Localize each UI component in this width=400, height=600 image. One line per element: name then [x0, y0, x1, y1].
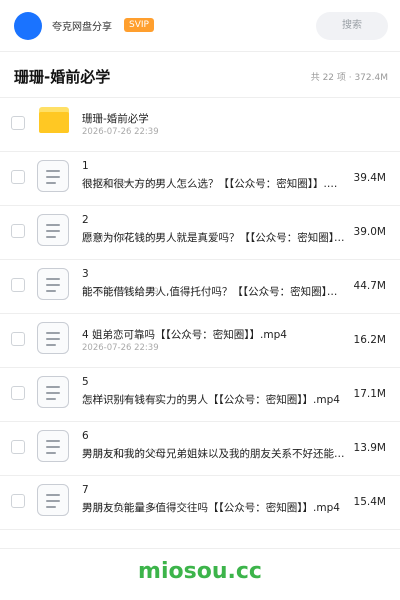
app-header: 夸克网盘分享 SVIP 搜索 [0, 0, 400, 52]
document-icon [37, 376, 69, 408]
item-number: 6 [82, 430, 89, 442]
list-item[interactable]: 7 2026-07-26 22:39 男朋友负能量多值得交往吗【【公众号：密知圈… [0, 476, 400, 530]
document-icon [37, 214, 69, 246]
search-input[interactable]: 搜索 [316, 12, 388, 40]
item-size: 16.2M [353, 334, 386, 346]
list-item[interactable]: 5 2026-07-26 22:39 怎样识别有钱有实力的男人【【公众号：密知圈… [0, 368, 400, 422]
folder-meta: 共 22 项 · 372.4M [310, 73, 388, 83]
item-number: 3 [82, 268, 89, 280]
list-item[interactable]: 2 2026-07-26 22:39 愿意为你花钱的男人就是真爱吗？【【公众号：… [0, 206, 400, 260]
list-item[interactable]: 1 2026-07-26 22:39 很抠和很大方的男人怎么选？【【公众号：密知… [0, 152, 400, 206]
item-size: 39.0M [353, 226, 386, 238]
item-number: 2 [82, 214, 89, 226]
item-name: 珊珊-婚前必学 [82, 113, 149, 125]
file-list: 珊珊-婚前必学 2026-07-26 22:39 1 2026-07-26 22… [0, 98, 400, 530]
item-size: 39.4M [353, 172, 386, 184]
document-icon [37, 268, 69, 300]
item-number: 7 [82, 484, 89, 496]
svip-badge: SVIP [124, 18, 154, 32]
item-name: 能不能借钱给男人,值得托付吗？【【公众号：密知圈】】.mp4 [82, 286, 347, 298]
item-name: 男朋友负能量多值得交往吗【【公众号：密知圈】】.mp4 [82, 502, 340, 514]
item-name: 怎样识别有钱有实力的男人【【公众号：密知圈】】.mp4 [82, 394, 340, 406]
select-checkbox[interactable] [11, 332, 25, 346]
select-checkbox[interactable] [11, 494, 25, 508]
item-size: 44.7M [353, 280, 386, 292]
select-checkbox[interactable] [11, 386, 25, 400]
list-item[interactable]: 3 2026-07-26 22:39 能不能借钱给男人,值得托付吗？【【公众号：… [0, 260, 400, 314]
footer: miosou.cc [0, 548, 400, 600]
document-icon [37, 484, 69, 516]
item-name: 很抠和很大方的男人怎么选？【【公众号：密知圈】】.mp4 [82, 178, 347, 190]
item-name: 4 姐弟恋可靠吗【【公众号：密知圈】】.mp4 [82, 329, 287, 341]
select-checkbox[interactable] [11, 278, 25, 292]
select-checkbox[interactable] [11, 116, 25, 130]
item-date: 2026-07-26 22:39 [82, 127, 159, 137]
document-icon [37, 430, 69, 462]
item-size: 13.9M [353, 442, 386, 454]
item-name: 愿意为你花钱的男人就是真爱吗？【【公众号：密知圈】】.mp4 [82, 232, 347, 244]
list-item-folder[interactable]: 珊珊-婚前必学 2026-07-26 22:39 [0, 98, 400, 152]
share-owner-name: 夸克网盘分享 [52, 22, 112, 33]
select-checkbox[interactable] [11, 224, 25, 238]
watermark-brand: miosou.cc [138, 559, 262, 584]
folder-icon [39, 107, 69, 133]
item-number: 1 [82, 160, 89, 172]
item-date: 2026-07-26 22:39 [82, 343, 159, 353]
item-size: 15.4M [353, 496, 386, 508]
select-checkbox[interactable] [11, 170, 25, 184]
item-size: 17.1M [353, 388, 386, 400]
avatar[interactable] [14, 12, 42, 40]
page-title: 珊珊-婚前必学 [14, 68, 111, 86]
document-icon [37, 160, 69, 192]
document-icon [37, 322, 69, 354]
folder-title-bar: 珊珊-婚前必学 共 22 项 · 372.4M [0, 52, 400, 98]
item-name: 男朋友和我的父母兄弟姐妹以及我的朋友关系不好还能嫁吗？ [82, 448, 347, 460]
item-number: 5 [82, 376, 89, 388]
list-item[interactable]: 4 姐弟恋可靠吗【【公众号：密知圈】】.mp4 2026-07-26 22:39… [0, 314, 400, 368]
list-item[interactable]: 6 2026-07-26 22:39 男朋友和我的父母兄弟姐妹以及我的朋友关系不… [0, 422, 400, 476]
select-checkbox[interactable] [11, 440, 25, 454]
